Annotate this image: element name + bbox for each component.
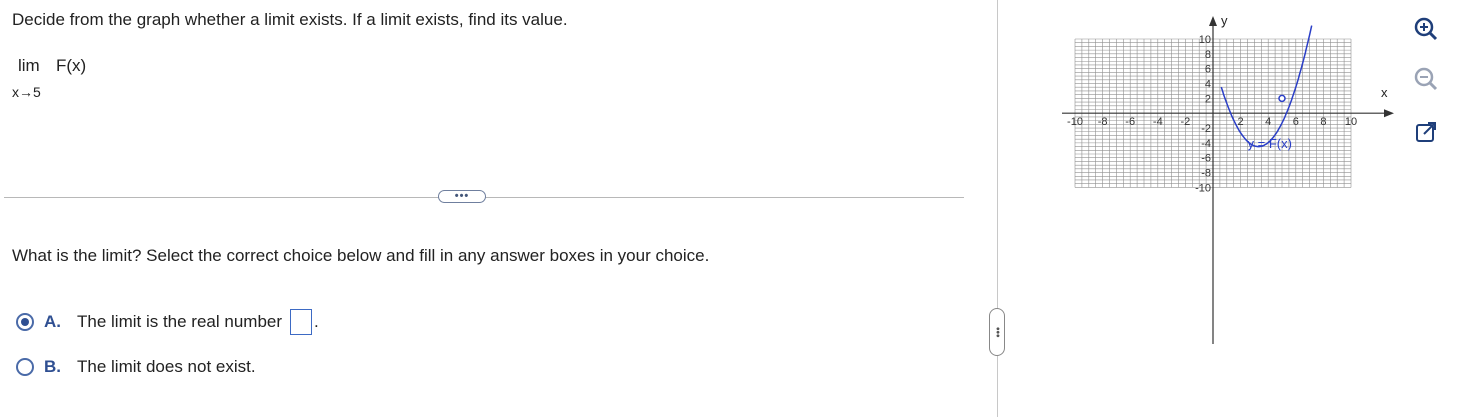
choice-a-letter: A. (44, 312, 61, 331)
choice-a-radio[interactable] (16, 313, 34, 331)
choice-a-text: The limit is the real number (77, 312, 283, 331)
choice-b[interactable]: B. The limit does not exist. (16, 357, 256, 377)
x-tick-label: -10 (1067, 116, 1083, 128)
choice-a-period: . (314, 312, 319, 331)
question-pane: Decide from the graph whether a limit ex… (0, 0, 975, 417)
choice-b-radio[interactable] (16, 358, 34, 376)
popout-icon[interactable] (1411, 117, 1441, 147)
answer-input-box[interactable] (290, 309, 313, 335)
y-tick-label: -8 (1201, 168, 1211, 180)
zoom-in-icon[interactable] (1411, 14, 1441, 44)
x-tick-label: -8 (1098, 116, 1108, 128)
choice-b-letter: B. (44, 357, 61, 376)
zoom-out-icon[interactable] (1411, 64, 1441, 94)
y-tick-label: 10 (1199, 34, 1211, 46)
x-tick-label: 8 (1320, 116, 1326, 128)
question-text: Decide from the graph whether a limit ex… (12, 10, 568, 29)
limit-function: F(x) (56, 56, 87, 75)
y-tick-label: 6 (1205, 64, 1211, 76)
x-tick-label: -4 (1153, 116, 1163, 128)
x-tick-label: 6 (1293, 116, 1299, 128)
x-tick-label: 2 (1238, 116, 1244, 128)
x-tick-label: -2 (1181, 116, 1191, 128)
open-point (1278, 94, 1286, 103)
function-curve (1220, 25, 1313, 148)
curve-label: y = F(x) (1248, 136, 1292, 151)
choice-a[interactable]: A. The limit is the real number . (16, 309, 319, 335)
answer-prompt: What is the limit? Select the correct ch… (12, 246, 710, 265)
x-tick-label: -6 (1125, 116, 1135, 128)
y-tick-label: -10 (1195, 182, 1211, 194)
y-tick-label: -6 (1201, 153, 1211, 165)
y-tick-label: 4 (1205, 79, 1211, 91)
graph-tick-labels: -10 -8 -6 -4 -2 2 4 6 8 10 10 8 6 4 2 -2 -4 -6 -8 -10 (1067, 34, 1357, 194)
limit-approach: x→5 (12, 84, 41, 100)
pane-resize-handle[interactable]: ••• (989, 308, 1005, 356)
x-axis-arrow (1384, 109, 1394, 118)
x-tick-label: 10 (1345, 116, 1357, 128)
choice-b-text: The limit does not exist. (77, 357, 256, 376)
y-tick-label: 8 (1205, 49, 1211, 61)
show-more-button[interactable]: ••• (438, 190, 486, 203)
y-axis-label: y (1221, 14, 1228, 28)
function-graph: -10 -8 -6 -4 -2 2 4 6 8 10 10 8 6 4 2 -2 -4 -6 -8 -10 x y y… (1062, 14, 1394, 344)
limit-word: lim (18, 56, 40, 75)
x-axis-label: x (1381, 85, 1388, 100)
y-tick-label: -4 (1201, 138, 1211, 150)
y-tick-label: 2 (1205, 93, 1211, 105)
y-axis-arrow (1209, 16, 1217, 26)
x-tick-label: 4 (1265, 116, 1271, 128)
y-tick-label: -2 (1201, 123, 1211, 135)
